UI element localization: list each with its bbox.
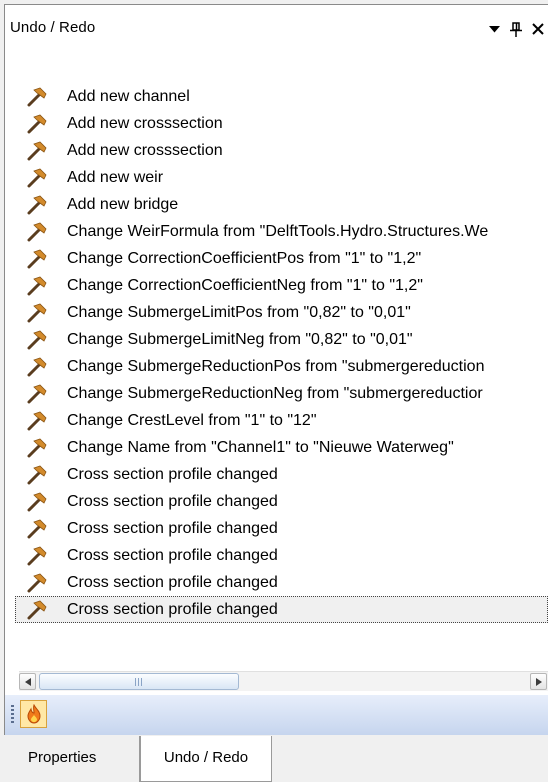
history-item[interactable]: Cross section profile changed [15, 488, 548, 515]
history-item-label: Change SubmergeLimitPos from "0,82" to "… [67, 304, 411, 321]
hammer-icon [25, 464, 47, 486]
hammer-icon [25, 437, 47, 459]
hammer-icon [25, 599, 47, 621]
history-item[interactable]: Cross section profile changed [15, 569, 548, 596]
history-item[interactable]: Change Name from "Channel1" to "Nieuwe W… [15, 434, 548, 461]
history-item-label: Change WeirFormula from "DelftTools.Hydr… [67, 223, 489, 240]
history-item-label: Cross section profile changed [67, 601, 278, 618]
history-item-label: Cross section profile changed [67, 520, 278, 537]
hammer-icon [25, 86, 47, 108]
panel-titlebar: Undo / Redo [5, 5, 548, 51]
history-item[interactable]: Change SubmergeLimitNeg from "0,82" to "… [15, 326, 548, 353]
tab-properties[interactable]: Properties [14, 736, 140, 782]
history-item-label: Change Name from "Channel1" to "Nieuwe W… [67, 439, 454, 456]
history-item[interactable]: Add new crosssection [15, 137, 548, 164]
scroll-left-button[interactable] [19, 673, 36, 690]
scrollbar-thumb[interactable] [39, 673, 239, 690]
history-item-label: Change SubmergeReductionPos from "submer… [67, 358, 485, 375]
hammer-icon [25, 113, 47, 135]
hammer-icon [25, 275, 47, 297]
hammer-icon [25, 302, 47, 324]
history-item-label: Change SubmergeReductionNeg from "submer… [67, 385, 483, 402]
history-item-label: Change CrestLevel from "1" to "12" [67, 412, 317, 429]
history-item[interactable]: Change WeirFormula from "DelftTools.Hydr… [15, 218, 548, 245]
flame-icon[interactable] [20, 700, 47, 728]
bottom-tabs: Properties Undo / Redo [14, 736, 548, 782]
close-icon[interactable] [529, 20, 547, 38]
history-item-label: Change SubmergeLimitNeg from "0,82" to "… [67, 331, 413, 348]
dropdown-icon[interactable] [485, 20, 503, 38]
history-item[interactable]: Cross section profile changed [15, 515, 548, 542]
hammer-icon [25, 545, 47, 567]
hammer-icon [25, 356, 47, 378]
horizontal-scrollbar[interactable] [19, 671, 548, 691]
history-item-label: Cross section profile changed [67, 493, 278, 510]
history-item[interactable]: Add new weir [15, 164, 548, 191]
history-item-label: Add new channel [67, 88, 190, 105]
history-item[interactable]: Change CorrectionCoefficientPos from "1"… [15, 245, 548, 272]
hammer-icon [25, 383, 47, 405]
history-item[interactable]: Cross section profile changed [15, 596, 548, 623]
history-item-label: Cross section profile changed [67, 547, 278, 564]
history-item-label: Add new weir [67, 169, 164, 186]
history-item[interactable]: Cross section profile changed [15, 461, 548, 488]
toolstrip [5, 695, 548, 735]
scroll-right-button[interactable] [530, 673, 547, 690]
history-item-label: Change CorrectionCoefficientNeg from "1"… [67, 277, 423, 294]
hammer-icon [25, 491, 47, 513]
panel-title: Undo / Redo [10, 19, 96, 36]
hammer-icon [25, 140, 47, 162]
history-item-label: Add new crosssection [67, 142, 223, 159]
history-item[interactable]: Add new bridge [15, 191, 548, 218]
hammer-icon [25, 329, 47, 351]
hammer-icon [25, 410, 47, 432]
history-item-label: Cross section profile changed [67, 574, 278, 591]
tab-undo-redo[interactable]: Undo / Redo [140, 736, 272, 782]
hammer-icon [25, 167, 47, 189]
thumb-grip [135, 678, 143, 686]
history-item-label: Add new bridge [67, 196, 179, 213]
history-item[interactable]: Change SubmergeReductionNeg from "submer… [15, 380, 548, 407]
hammer-icon [25, 572, 47, 594]
toolstrip-grip[interactable] [11, 705, 14, 725]
history-item[interactable]: Cross section profile changed [15, 542, 548, 569]
history-item-label: Change CorrectionCoefficientPos from "1"… [67, 250, 422, 267]
hammer-icon [25, 194, 47, 216]
history-item-label: Cross section profile changed [67, 466, 278, 483]
history-item-label: Add new crosssection [67, 115, 223, 132]
pin-icon[interactable] [507, 20, 525, 38]
hammer-icon [25, 518, 47, 540]
history-item[interactable]: Change SubmergeLimitPos from "0,82" to "… [15, 299, 548, 326]
history-item[interactable]: Add new channel [15, 83, 548, 110]
history-item[interactable]: Change SubmergeReductionPos from "submer… [15, 353, 548, 380]
history-item[interactable]: Add new crosssection [15, 110, 548, 137]
undo-redo-panel: Undo / Redo Add new channel Add new cross… [4, 4, 548, 735]
history-item[interactable]: Change CorrectionCoefficientNeg from "1"… [15, 272, 548, 299]
hammer-icon [25, 221, 47, 243]
history-list[interactable]: Add new channel Add new crosssection Add n… [15, 83, 548, 683]
history-item[interactable]: Change CrestLevel from "1" to "12" [15, 407, 548, 434]
hammer-icon [25, 248, 47, 270]
